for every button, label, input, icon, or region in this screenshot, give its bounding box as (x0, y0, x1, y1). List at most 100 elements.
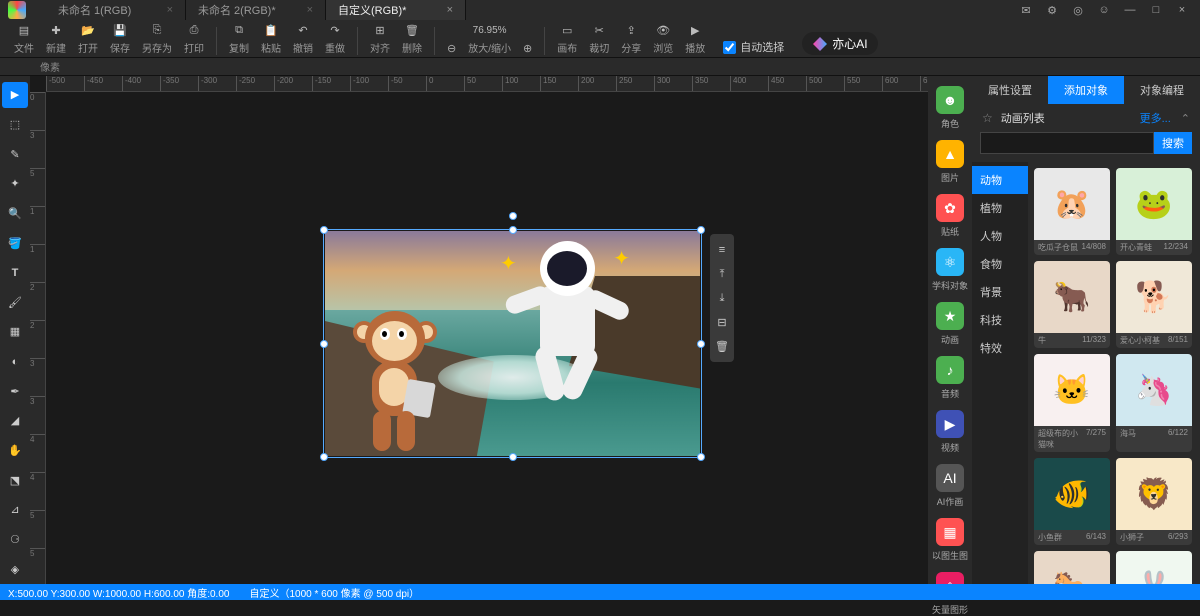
canvas-image[interactable]: ✦ ✦ (325, 231, 700, 456)
hand-tool[interactable]: ✋ (2, 438, 28, 464)
mail-icon[interactable]: ✉ (1018, 2, 1034, 18)
smudge-tool[interactable]: ◐ (2, 349, 28, 375)
auto-select-checkbox[interactable]: 自动选择 (723, 39, 784, 55)
tab-properties[interactable]: 属性设置 (972, 76, 1048, 104)
sub-category-item[interactable]: 背景 (972, 278, 1028, 306)
asset-card[interactable]: 🐹吃瓜子仓鼠14/808 (1034, 168, 1110, 255)
preview-button[interactable]: 👁浏览 (653, 22, 673, 55)
undo-button[interactable]: ↶撤销 (293, 22, 313, 55)
tab-programming[interactable]: 对象编程 (1124, 76, 1200, 104)
pattern-tool[interactable]: ▦ (2, 319, 28, 345)
zoom-in-button[interactable]: ⊕ (523, 42, 532, 55)
print-button[interactable]: ⎙打印 (184, 22, 204, 55)
brush-tool[interactable]: 🖌 (2, 289, 28, 315)
canvas-area[interactable]: -500-450-400-350-300-250-200-150-100-500… (30, 76, 928, 584)
favorite-icon[interactable]: ☆ (982, 111, 993, 125)
user-icon[interactable]: ☺ (1096, 2, 1112, 18)
saveas-button[interactable]: ⎘另存为 (142, 22, 172, 55)
category-视频[interactable]: ▶视频 (932, 410, 968, 454)
close-icon[interactable]: × (307, 4, 313, 16)
sub-category-item[interactable]: 科技 (972, 306, 1028, 334)
open-button[interactable]: 📂打开 (78, 22, 98, 55)
sub-category-item[interactable]: 食物 (972, 250, 1028, 278)
sub-category-item[interactable]: 特效 (972, 334, 1028, 362)
asset-card[interactable]: 🦄海马6/122 (1116, 354, 1192, 452)
search-bar: 搜索 (972, 132, 1200, 162)
tab-doc-3[interactable]: 自定义(RGB)*× (326, 0, 466, 20)
asset-card[interactable]: 🐕爱心小柯基8/151 (1116, 261, 1192, 348)
asset-card[interactable]: 🐸开心青蛙12/234 (1116, 168, 1192, 255)
zoom-display[interactable]: 76.95%放大/缩小 (468, 22, 511, 55)
ai-logo-icon (812, 36, 828, 52)
category-角色[interactable]: ☻角色 (932, 86, 968, 130)
tab-doc-1[interactable]: 未命名 1(RGB)× (46, 0, 186, 20)
asset-card[interactable]: 🐎马5/145 (1034, 551, 1110, 584)
settings-icon[interactable]: ⚙ (1044, 2, 1060, 18)
search-input[interactable] (980, 132, 1154, 154)
category-音频[interactable]: ♪音频 (932, 356, 968, 400)
new-button[interactable]: ✚新建 (46, 22, 66, 55)
category-动画[interactable]: ★动画 (932, 302, 968, 346)
pen-tool[interactable]: ✒ (2, 378, 28, 404)
canvas-button[interactable]: ▭画布 (557, 22, 577, 55)
asset-card[interactable]: 🐱超级布的小猫咪7/275 (1034, 354, 1110, 452)
zoom-tool[interactable]: 🔍 (2, 201, 28, 227)
astronaut-character[interactable]: ✦ ✦ (510, 231, 640, 401)
bucket-tool[interactable]: 🪣 (2, 230, 28, 256)
align-button[interactable]: ⊞对齐 (370, 22, 390, 55)
trash-icon[interactable]: 🗑 (712, 336, 732, 356)
asset-card[interactable]: 🐂牛11/323 (1034, 261, 1110, 348)
vertical-ruler: 03511223344556 (30, 92, 46, 584)
ruler-tool[interactable]: ⊿ (2, 497, 28, 523)
monkey-character[interactable] (345, 306, 445, 456)
more-link[interactable]: 更多... (1140, 110, 1171, 126)
category-图片[interactable]: ▲图片 (932, 140, 968, 184)
chevron-up-icon[interactable]: ⌃ (1181, 112, 1190, 125)
delete-button[interactable]: 🗑删除 (402, 22, 422, 55)
file-button[interactable]: ▤文件 (14, 22, 34, 55)
move-tool[interactable]: ▶ (2, 82, 28, 108)
zoom-out-button[interactable]: ⊖ (447, 42, 456, 55)
compass-icon[interactable]: ◎ (1070, 2, 1086, 18)
marquee-tool[interactable]: ⬚ (2, 112, 28, 138)
wand-tool[interactable]: ✦ (2, 171, 28, 197)
lock-icon[interactable]: ⊟ (712, 312, 732, 332)
layers-tool[interactable]: ◈ (2, 556, 28, 582)
status-coords: X:500.00 Y:300.00 W:1000.00 H:600.00 角度:… (8, 585, 229, 600)
rotate-handle[interactable] (509, 212, 517, 220)
asset-card[interactable]: 🦁小狮子6/293 (1116, 458, 1192, 545)
redo-button[interactable]: ↷重做 (325, 22, 345, 55)
play-button[interactable]: ▶播放 (685, 22, 705, 55)
copy-button[interactable]: ⧉复制 (229, 22, 249, 55)
sub-category-item[interactable]: 人物 (972, 222, 1028, 250)
asset-card[interactable]: 🐠小鱼群6/143 (1034, 458, 1110, 545)
asset-card[interactable]: 🐰背萝卜的小兔子5/749 (1116, 551, 1192, 584)
close-icon[interactable]: × (167, 4, 173, 16)
lasso-tool[interactable]: ✎ (2, 141, 28, 167)
tab-add-object[interactable]: 添加对象 (1048, 76, 1124, 104)
layer-stack-icon[interactable]: ≡ (712, 240, 732, 260)
minimize-icon[interactable]: — (1122, 2, 1138, 18)
close-icon[interactable]: × (447, 4, 453, 16)
sub-category-item[interactable]: 植物 (972, 194, 1028, 222)
paste-button[interactable]: 📋粘贴 (261, 22, 281, 55)
text-tool[interactable]: T (2, 260, 28, 286)
tab-doc-2[interactable]: 未命名 2(RGB)*× (186, 0, 326, 20)
category-贴纸[interactable]: ✿贴纸 (932, 194, 968, 238)
maximize-icon[interactable]: □ (1148, 2, 1164, 18)
close-window-icon[interactable]: × (1174, 2, 1190, 18)
transform-tool[interactable]: ⬔ (2, 467, 28, 493)
search-button[interactable]: 搜索 (1154, 132, 1192, 154)
bring-front-icon[interactable]: ⤒ (712, 264, 732, 284)
clone-tool[interactable]: ⚆ (2, 527, 28, 553)
shape-tool[interactable]: ◢ (2, 408, 28, 434)
category-学科对象[interactable]: ⚛学科对象 (932, 248, 968, 292)
sub-category-item[interactable]: 动物 (972, 166, 1028, 194)
ai-badge[interactable]: 亦心AI (802, 32, 877, 55)
category-以图生图[interactable]: ▦以图生图 (932, 518, 968, 562)
layers-button[interactable]: ⇪分享 (621, 22, 641, 55)
category-AI作画[interactable]: AIAI作画 (932, 464, 968, 508)
send-back-icon[interactable]: ⤓ (712, 288, 732, 308)
save-button[interactable]: 💾保存 (110, 22, 130, 55)
crop-button[interactable]: ✂裁切 (589, 22, 609, 55)
